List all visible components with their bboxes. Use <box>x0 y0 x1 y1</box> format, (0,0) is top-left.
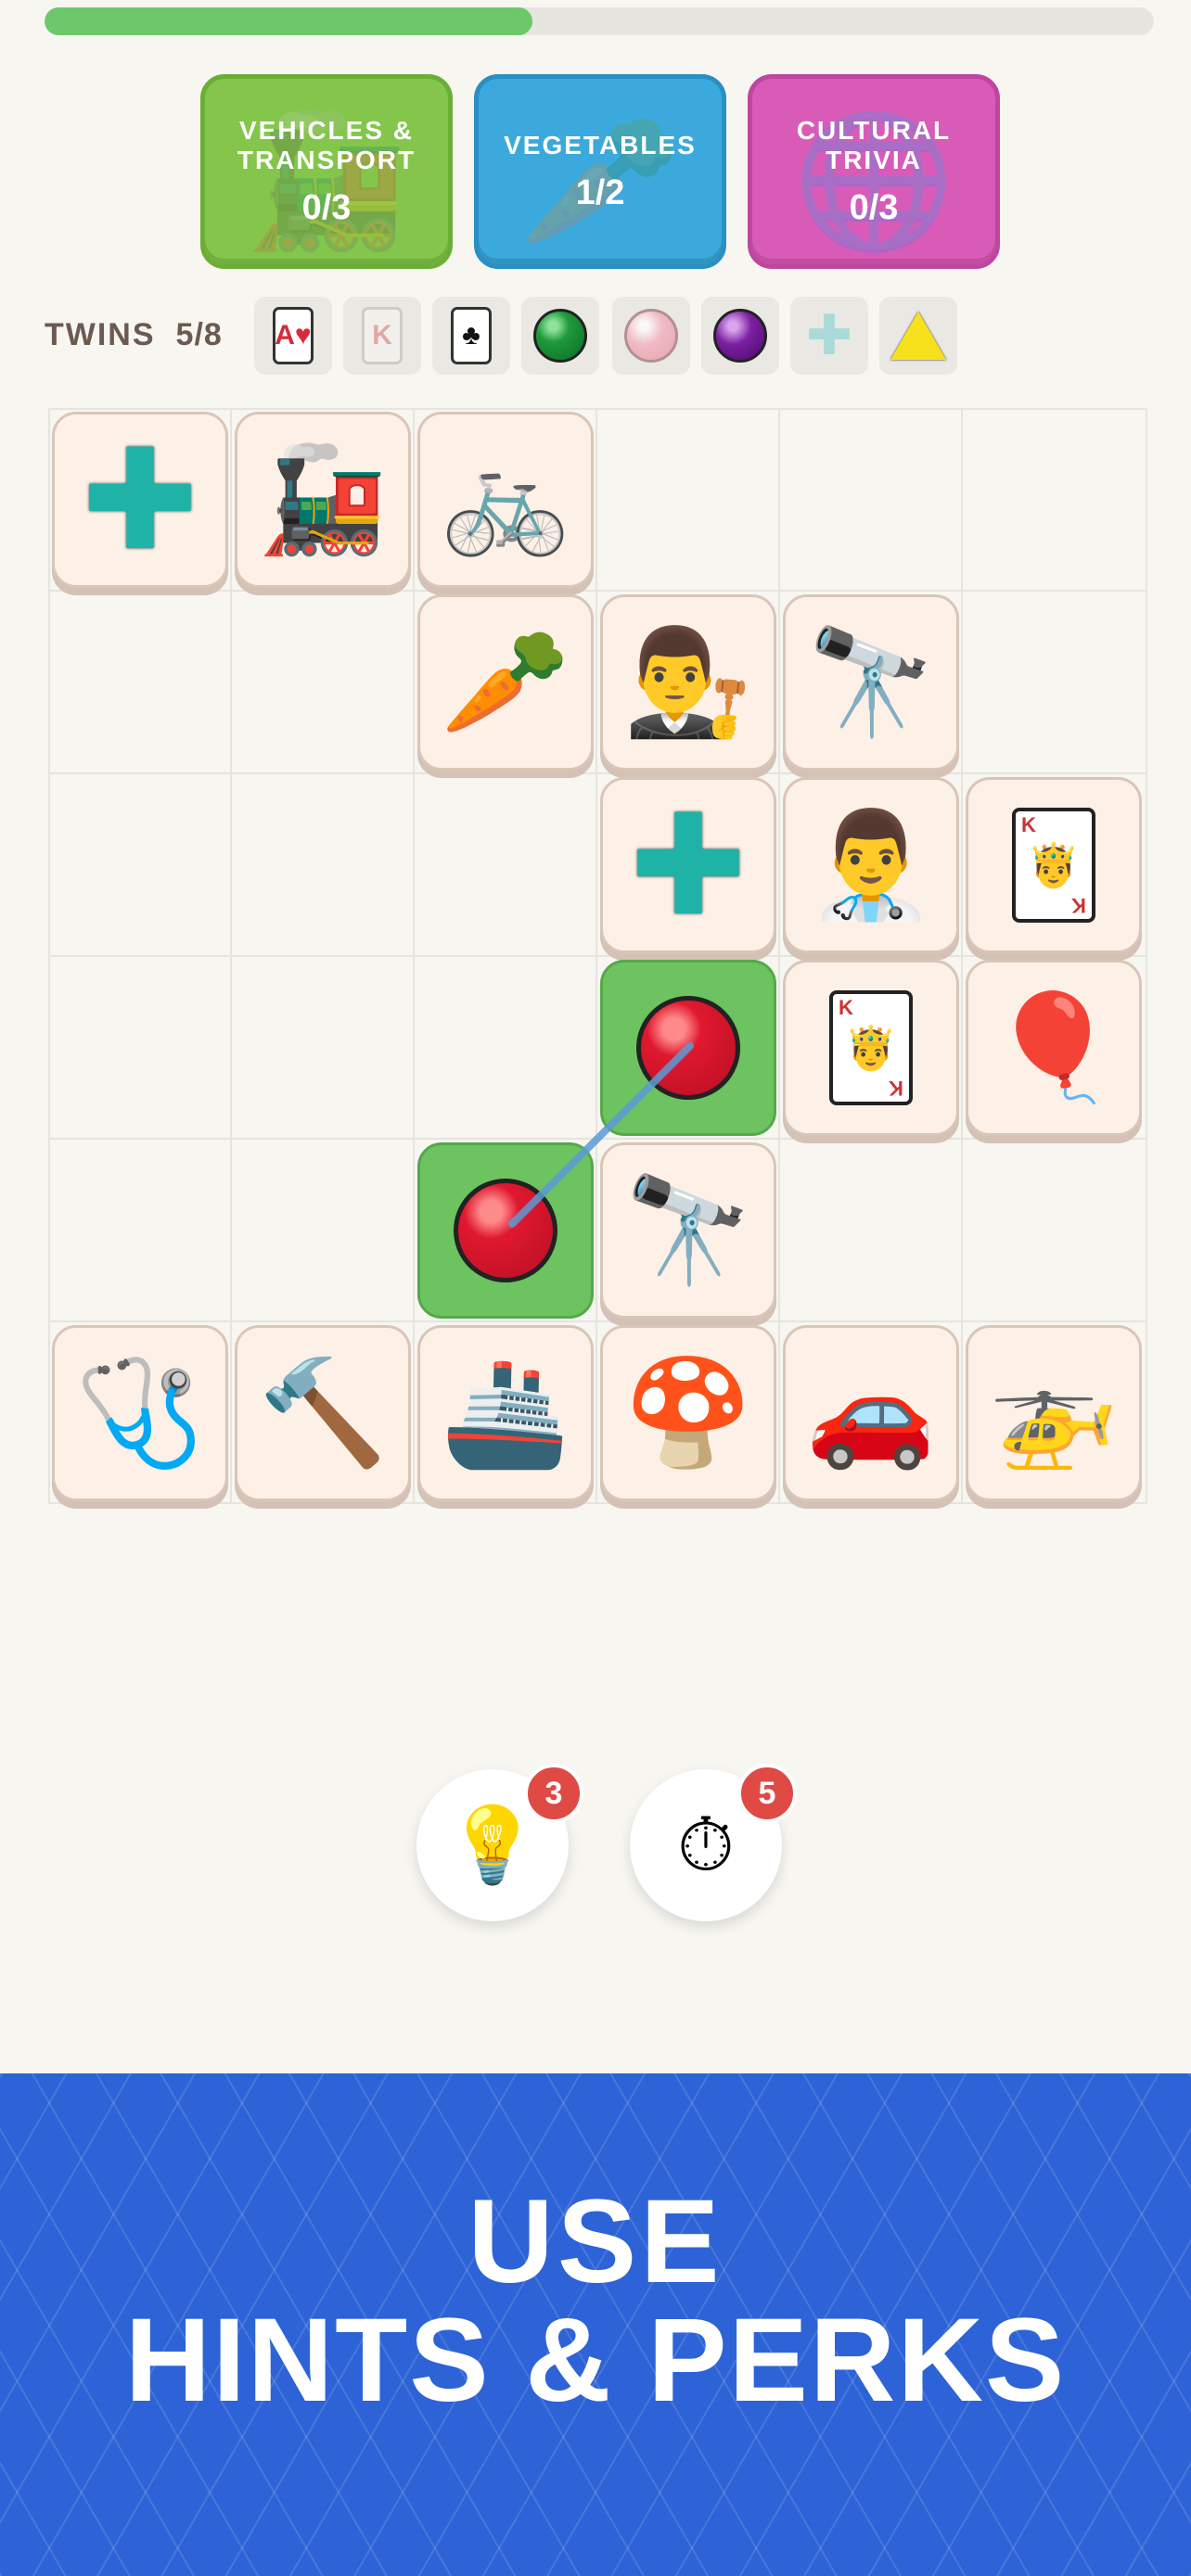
promo-banner: USE HINTS & PERKS <box>0 2073 1191 2576</box>
red-ball-icon <box>454 1179 557 1282</box>
category-count: 0/3 <box>301 188 352 227</box>
twin-slot-1: A♥ <box>254 297 332 375</box>
twin-slot-2: K <box>343 297 421 375</box>
twins-title: TWINS <box>45 317 156 352</box>
stopwatch-icon: ⏱ <box>676 1803 736 1886</box>
tile-gavel[interactable]: 🔨 <box>235 1325 411 1501</box>
banner-line-2: HINTS & PERKS <box>124 2294 1067 2427</box>
tile-doctor[interactable]: 👨‍⚕️ <box>783 777 959 953</box>
car-icon: 🚗 <box>806 1355 936 1471</box>
doctor-icon: 👨‍⚕️ <box>806 807 936 923</box>
category-count: 0/3 <box>849 188 899 227</box>
level-progress-fill <box>45 7 533 35</box>
king-card-icon: K 🤴 K <box>1012 808 1095 923</box>
telescope-icon: 🔭 <box>806 624 936 740</box>
tile-helicopter[interactable]: 🚁 <box>966 1325 1142 1501</box>
astronomer-icon: 🔭 <box>623 1172 753 1288</box>
tile-astronomer[interactable]: 🔭 <box>600 1142 776 1319</box>
ace-of-hearts-card-icon: A♥ <box>273 307 314 364</box>
twin-slot-6 <box>701 297 779 375</box>
time-count-badge: 5 <box>737 1764 797 1823</box>
tile-stethoscope[interactable]: 🩺 <box>52 1325 228 1501</box>
twin-slot-5 <box>612 297 690 375</box>
twin-slot-8 <box>879 297 957 375</box>
tile-train[interactable]: 🚂 <box>235 412 411 588</box>
bicycle-icon: 🚲 <box>441 441 570 557</box>
tile-hot-air-balloon[interactable]: 🎈 <box>966 960 1142 1136</box>
tile-king-card[interactable]: K 🤴 K <box>966 777 1142 953</box>
category-name: CULTURAL TRIVIA <box>796 116 952 174</box>
helicopter-icon: 🚁 <box>989 1355 1119 1471</box>
tile-king-card[interactable]: K 🤴 K <box>783 960 959 1136</box>
green-cross-icon: ✚ <box>82 422 198 578</box>
gavel-icon: 🔨 <box>258 1355 388 1471</box>
yellow-triangle-icon <box>890 312 946 360</box>
category-card-vehicles[interactable]: 🚂 VEHICLES & TRANSPORT 0/3 <box>200 74 453 269</box>
mushroom-icon: 🍄 <box>623 1355 753 1471</box>
tile-red-ball-selected[interactable] <box>417 1142 594 1319</box>
level-progress-bar <box>45 7 1154 35</box>
category-count: 1/2 <box>575 173 625 212</box>
game-board: ✚ 🚂 🚲 🥕 👨‍⚖️ 🔭 ✚ 👨‍⚕️ K 🤴 K K 🤴 K 🎈 🔭 🩺 🔨 🚢 … <box>48 408 1147 1504</box>
red-ball-icon <box>636 996 740 1100</box>
category-card-cultural-trivia[interactable]: 🌐 CULTURAL TRIVIA 0/3 <box>748 74 1000 269</box>
king-card-faded-icon: K <box>362 307 403 364</box>
tile-bicycle[interactable]: 🚲 <box>417 412 594 588</box>
king-card-icon: K 🤴 K <box>829 990 913 1105</box>
plus-icon: ✚ <box>805 304 853 366</box>
category-card-vegetables[interactable]: 🥕 VEGETABLES 1/2 <box>474 74 726 269</box>
twin-slot-7: ✚ <box>790 297 868 375</box>
purple-ball-icon <box>713 309 767 363</box>
green-cross-icon: ✚ <box>630 787 747 943</box>
tile-green-cross[interactable]: ✚ <box>52 412 228 588</box>
carrot-icon: 🥕 <box>441 624 570 740</box>
green-ball-icon <box>533 309 587 363</box>
hint-count-badge: 3 <box>524 1764 583 1823</box>
twins-label: TWINS 5/8 <box>45 317 223 353</box>
pink-ball-icon <box>624 309 678 363</box>
twin-slot-3: ♣ <box>432 297 510 375</box>
tile-mushroom[interactable]: 🍄 <box>600 1325 776 1501</box>
submarine-icon: 🚢 <box>441 1355 570 1471</box>
club-card-icon: ♣ <box>451 307 492 364</box>
twin-slot-4 <box>521 297 599 375</box>
tile-submarine[interactable]: 🚢 <box>417 1325 594 1501</box>
hint-perk-button[interactable]: 💡 3 <box>416 1764 583 1921</box>
time-perk-button[interactable]: ⏱ 5 <box>630 1764 797 1921</box>
twins-count: 5/8 <box>175 317 223 352</box>
category-name: VEHICLES & TRANSPORT <box>237 116 416 174</box>
tile-car[interactable]: 🚗 <box>783 1325 959 1501</box>
stethoscope-icon: 🩺 <box>75 1355 205 1471</box>
tile-red-ball-selected[interactable] <box>600 960 776 1136</box>
banner-line-1: USE <box>467 2175 724 2308</box>
judge-wig-icon: 👨‍⚖️ <box>623 624 753 740</box>
hot-air-balloon-icon: 🎈 <box>989 989 1119 1105</box>
tile-judge[interactable]: 👨‍⚖️ <box>600 594 776 771</box>
lightbulb-icon: 💡 <box>446 1804 539 1886</box>
tile-green-cross[interactable]: ✚ <box>600 777 776 953</box>
train-icon: 🚂 <box>258 441 388 557</box>
tile-carrot[interactable]: 🥕 <box>417 594 594 771</box>
tile-telescope[interactable]: 🔭 <box>783 594 959 771</box>
category-name: VEGETABLES <box>504 131 697 159</box>
